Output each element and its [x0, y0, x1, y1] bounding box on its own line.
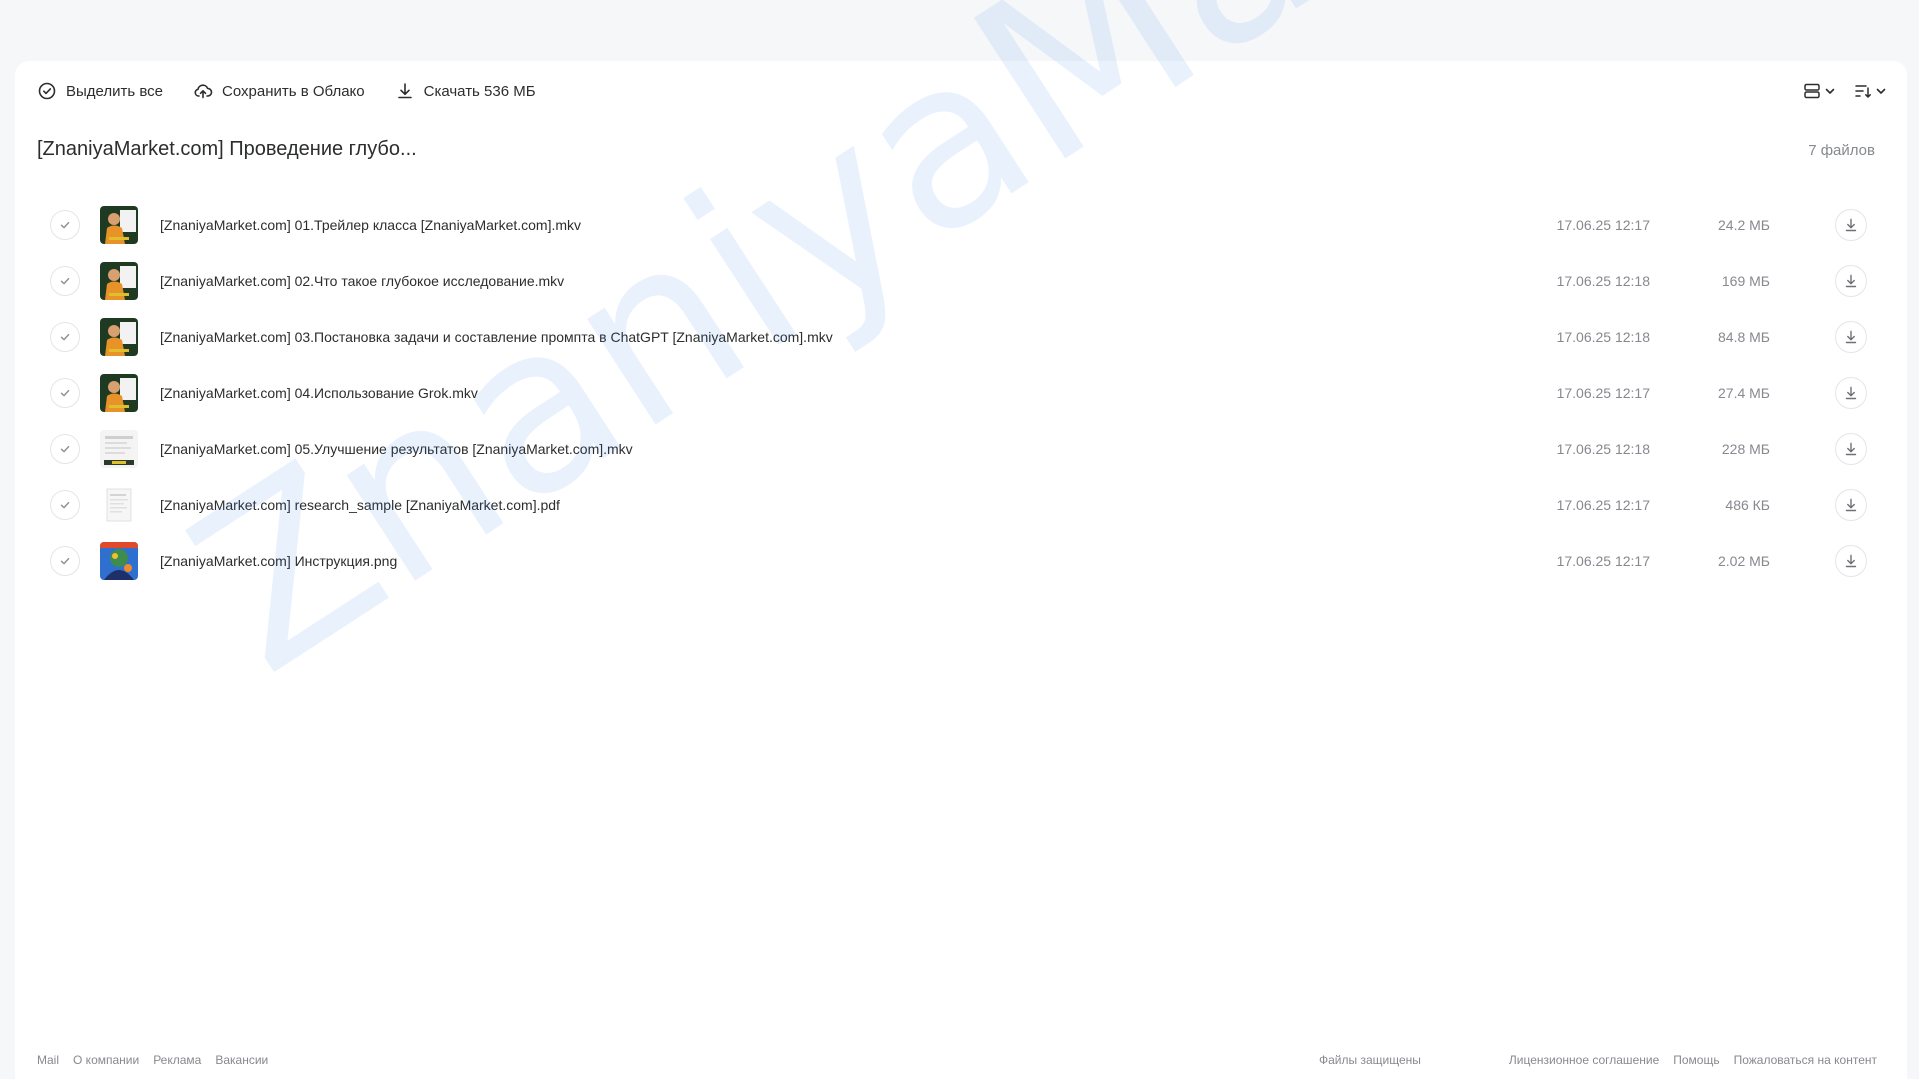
footer-link-mail[interactable]: Mail [37, 1053, 59, 1067]
file-thumbnail[interactable] [100, 486, 138, 524]
file-panel: Выделить все Сохранить в Облако Скачать … [15, 61, 1907, 1079]
check-icon [60, 277, 70, 285]
file-date: 17.06.25 12:18 [1556, 441, 1650, 457]
file-size: 486 КБ [1725, 497, 1770, 513]
chevron-down-icon [1876, 88, 1886, 94]
file-download-button[interactable] [1835, 377, 1867, 409]
download-all-label: Скачать 536 МБ [423, 82, 536, 100]
footer-link-about[interactable]: О компании [73, 1053, 139, 1067]
file-row[interactable]: [ZnaniyaMarket.com] 02.Что такое глубоко… [35, 253, 1875, 309]
file-name[interactable]: [ZnaniyaMarket.com] 05.Улучшение результ… [160, 441, 633, 457]
file-date: 17.06.25 12:17 [1556, 553, 1650, 569]
file-date: 17.06.25 12:18 [1556, 329, 1650, 345]
view-mode-icon [1804, 83, 1820, 99]
file-row[interactable]: [ZnaniyaMarket.com] 03.Постановка задачи… [35, 309, 1875, 365]
download-icon [1845, 274, 1857, 288]
cloud-upload-icon [194, 84, 213, 99]
file-row[interactable]: [ZnaniyaMarket.com] 01.Трейлер класса [Z… [35, 197, 1875, 253]
file-size: 228 МБ [1721, 441, 1770, 457]
file-name[interactable]: [ZnaniyaMarket.com] 02.Что такое глубоко… [160, 273, 564, 289]
file-thumbnail[interactable] [100, 374, 138, 412]
download-icon [1845, 218, 1857, 232]
file-download-button[interactable] [1835, 489, 1867, 521]
file-download-button[interactable] [1835, 321, 1867, 353]
check-icon [60, 445, 70, 453]
file-row[interactable]: [ZnaniyaMarket.com] 04.Использование Gro… [35, 365, 1875, 421]
file-select-checkbox[interactable] [50, 546, 80, 576]
file-date: 17.06.25 12:17 [1556, 385, 1650, 401]
footer-link-jobs[interactable]: Вакансии [215, 1053, 268, 1067]
file-date: 17.06.25 12:18 [1556, 273, 1650, 289]
file-select-checkbox[interactable] [50, 434, 80, 464]
folder-title: [ZnaniyaMarket.com] Проведение глубо... [37, 138, 417, 160]
select-all-label: Выделить все [66, 82, 164, 100]
file-thumbnail[interactable] [100, 206, 138, 244]
file-size: 84.8 МБ [1718, 329, 1770, 345]
file-size: 2.02 МБ [1718, 553, 1770, 569]
check-icon [60, 221, 70, 229]
file-thumbnail[interactable] [100, 318, 138, 356]
file-size: 24.2 МБ [1718, 217, 1770, 233]
download-icon [1845, 498, 1857, 512]
footer: Mail О компании Реклама Вакансии Файлы з… [37, 1053, 1877, 1075]
file-size: 27.4 МБ [1718, 385, 1770, 401]
file-list: [ZnaniyaMarket.com] 01.Трейлер класса [Z… [35, 197, 1875, 589]
file-name[interactable]: [ZnaniyaMarket.com] 04.Использование Gro… [160, 385, 478, 401]
file-date: 17.06.25 12:17 [1556, 217, 1650, 233]
check-icon [60, 501, 70, 509]
download-icon [1845, 554, 1857, 568]
footer-files-protected[interactable]: Файлы защищены [1319, 1053, 1421, 1067]
check-icon [60, 557, 70, 565]
file-download-button[interactable] [1835, 545, 1867, 577]
file-download-button[interactable] [1835, 265, 1867, 297]
chevron-down-icon [1825, 88, 1835, 94]
file-select-checkbox[interactable] [50, 210, 80, 240]
download-icon [1845, 386, 1857, 400]
file-download-button[interactable] [1835, 209, 1867, 241]
save-to-cloud-button[interactable]: Сохранить в Облако [193, 81, 365, 101]
download-icon [1845, 330, 1857, 344]
download-all-button[interactable]: Скачать 536 МБ [395, 81, 536, 101]
file-select-checkbox[interactable] [50, 490, 80, 520]
sort-icon [1855, 85, 1871, 98]
file-row[interactable]: [ZnaniyaMarket.com] Инструкция.png 17.06.… [35, 533, 1875, 589]
check-icon [60, 389, 70, 397]
footer-link-report[interactable]: Пожаловаться на контент [1734, 1053, 1877, 1067]
file-name[interactable]: [ZnaniyaMarket.com] research_sample [Zna… [160, 497, 560, 513]
download-icon [397, 83, 412, 99]
file-size: 169 МБ [1721, 273, 1770, 289]
footer-link-license[interactable]: Лицензионное соглашение [1509, 1053, 1659, 1067]
file-row[interactable]: [ZnaniyaMarket.com] 05.Улучшение результ… [35, 421, 1875, 477]
file-name[interactable]: [ZnaniyaMarket.com] 03.Постановка задачи… [160, 329, 833, 345]
check-icon [60, 333, 70, 341]
sort-button[interactable] [1854, 82, 1887, 100]
file-select-checkbox[interactable] [50, 322, 80, 352]
file-date: 17.06.25 12:17 [1556, 497, 1650, 513]
file-thumbnail[interactable] [100, 542, 138, 580]
select-all-button[interactable]: Выделить все [37, 81, 163, 101]
file-select-checkbox[interactable] [50, 378, 80, 408]
file-select-checkbox[interactable] [50, 266, 80, 296]
file-download-button[interactable] [1835, 433, 1867, 465]
footer-link-help[interactable]: Помощь [1673, 1053, 1719, 1067]
view-controls [1785, 75, 1887, 107]
file-name[interactable]: [ZnaniyaMarket.com] 01.Трейлер класса [Z… [160, 217, 581, 233]
file-thumbnail[interactable] [100, 430, 138, 468]
save-to-cloud-label: Сохранить в Облако [222, 82, 365, 100]
check-circle-icon [38, 82, 56, 100]
file-count: 7 файлов [1808, 142, 1875, 159]
footer-link-ads[interactable]: Реклама [153, 1053, 201, 1067]
file-row[interactable]: [ZnaniyaMarket.com] research_sample [Zna… [35, 477, 1875, 533]
view-mode-button[interactable] [1803, 82, 1836, 100]
file-name[interactable]: [ZnaniyaMarket.com] Инструкция.png [160, 553, 397, 569]
download-icon [1845, 442, 1857, 456]
toolbar: Выделить все Сохранить в Облако Скачать … [37, 75, 566, 107]
file-thumbnail[interactable] [100, 262, 138, 300]
